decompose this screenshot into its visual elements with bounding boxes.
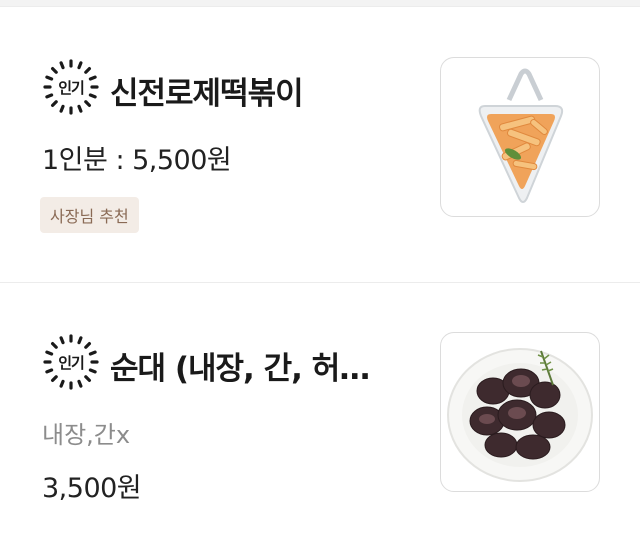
popular-badge-label: 인기 (58, 78, 85, 97)
menu-item-image[interactable] (440, 332, 600, 492)
menu-item-description: 내장,간x (42, 421, 131, 449)
popular-badge: 인기 (42, 58, 100, 116)
sundae-photo-icon (447, 348, 593, 482)
popular-badge: 인기 (42, 333, 100, 391)
menu-item-sundae[interactable]: 인기 순대 (내장, 간, 허… 내장,간x 3,500원 (0, 283, 640, 550)
owner-recommend-tag: 사장님 추천 (40, 197, 139, 233)
menu-item-rose-tteokbokki[interactable]: 인기 신전로제떡볶이 1인분 : 5,500원 사장님 추천 (0, 0, 640, 282)
menu-item-name: 신전로제떡볶이 (110, 76, 304, 112)
rose-tteokbokki-photo-icon (478, 68, 564, 203)
menu-item-image[interactable] (440, 57, 600, 217)
menu-item-price: 3,500원 (42, 473, 142, 504)
menu-item-name: 순대 (내장, 간, 허… (110, 351, 370, 387)
popular-badge-label: 인기 (58, 353, 85, 372)
menu-item-price: 1인분 : 5,500원 (42, 145, 232, 176)
